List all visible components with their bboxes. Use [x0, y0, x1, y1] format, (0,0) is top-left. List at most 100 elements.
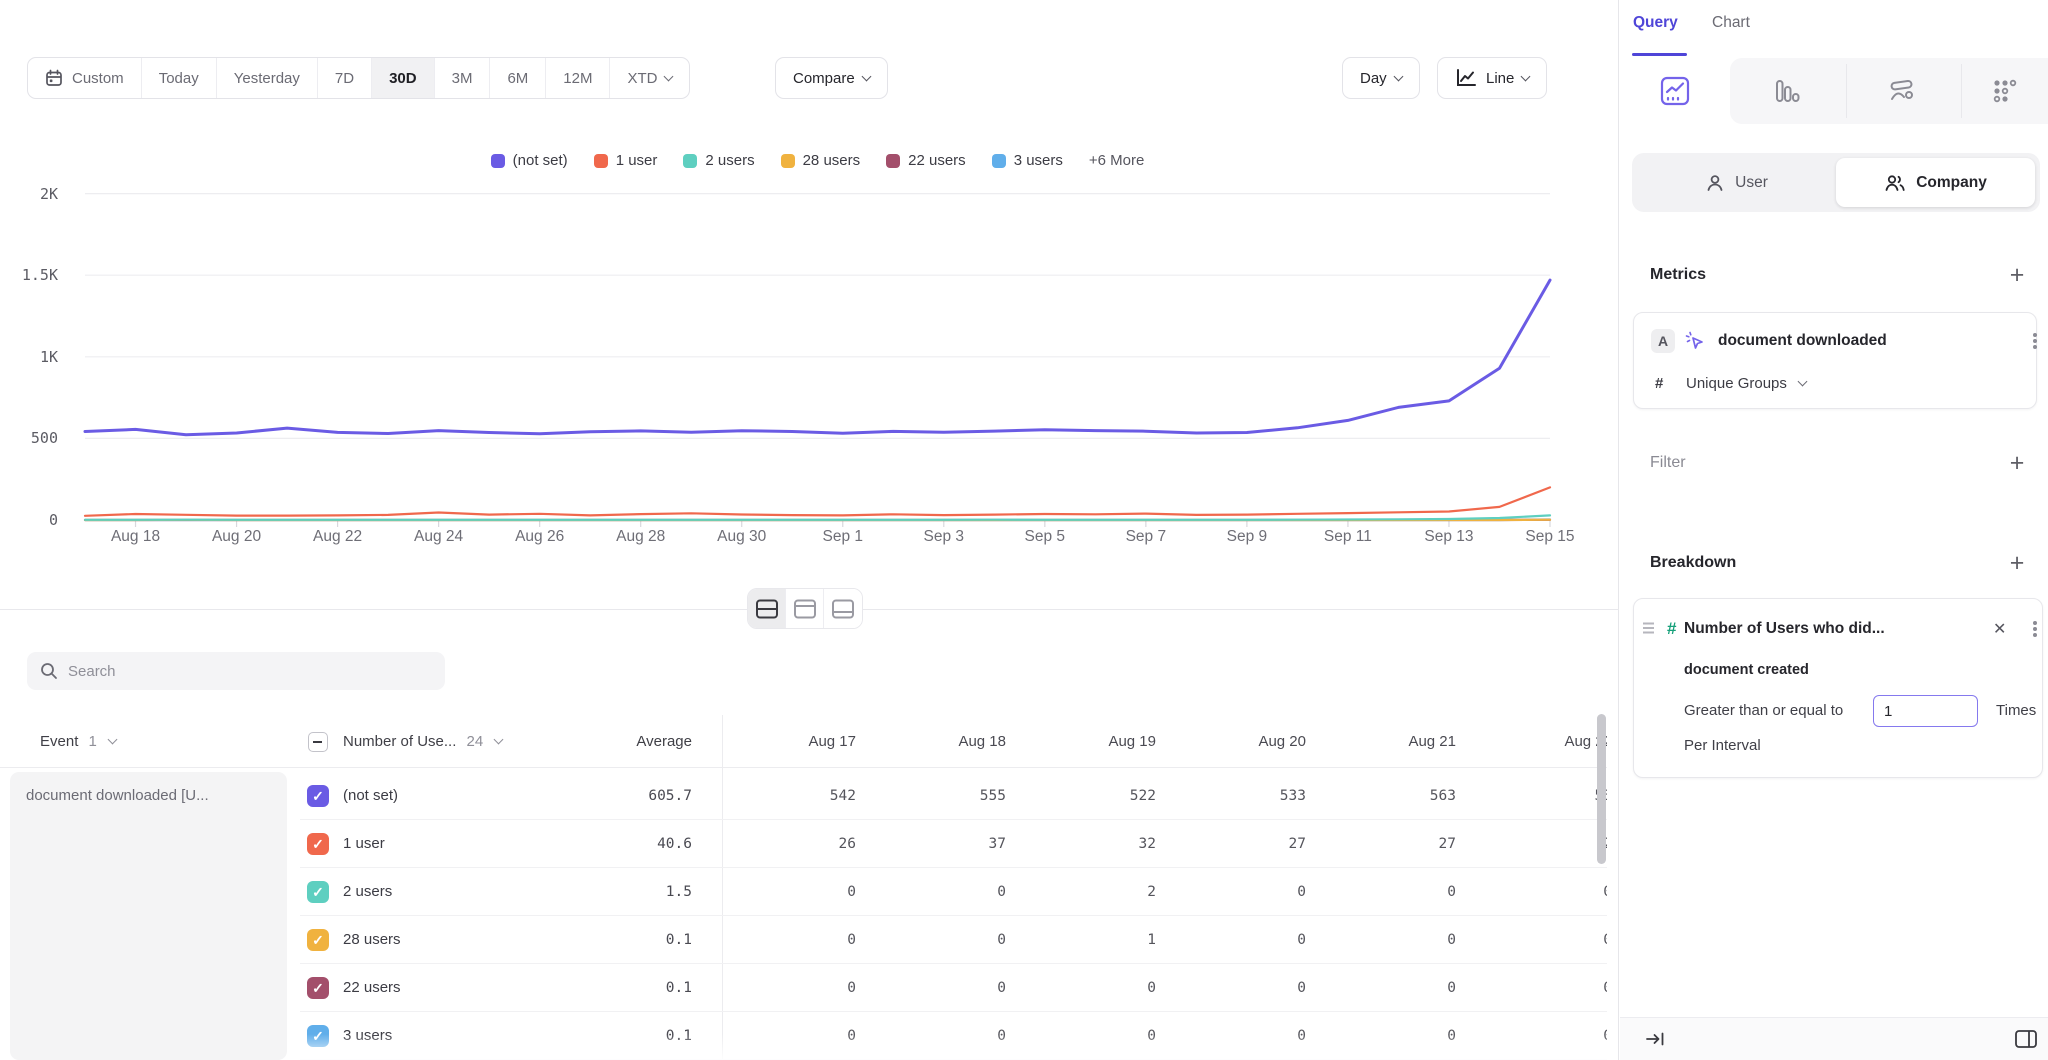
metric-kebab-menu-icon[interactable]: [2033, 339, 2037, 343]
event-click-icon: [1684, 330, 1706, 352]
date-range-yesterday[interactable]: Yesterday: [217, 58, 318, 98]
breakdown-card[interactable]: # Number of Users who did... ✕ document …: [1633, 598, 2043, 778]
chart-type-line-tile[interactable]: [1620, 58, 1730, 124]
legend-more-button[interactable]: +6 More: [1089, 152, 1144, 169]
date-range-custom[interactable]: Custom: [28, 58, 142, 98]
row-label: 3 users: [343, 1012, 392, 1060]
date-range-7d[interactable]: 7D: [318, 58, 372, 98]
date-range-label: Today: [159, 70, 199, 87]
row-checkbox[interactable]: ✓: [307, 977, 329, 999]
legend-color-chip: [886, 154, 900, 168]
date-range-6m[interactable]: 6M: [490, 58, 546, 98]
average-column-header: Average: [552, 715, 692, 768]
layout-split-button[interactable]: [748, 589, 786, 628]
chart-type-matrix-tile[interactable]: [1962, 58, 2048, 124]
chart-legend: (not set) 1 user 2 users 28 users 22 users 3 …: [85, 152, 1550, 169]
x-axis-tick-label: Aug 30: [702, 528, 782, 546]
legend-label: 1 user: [616, 152, 658, 169]
select-all-checkbox[interactable]: [308, 732, 328, 752]
dot-matrix-icon: [1991, 77, 2019, 105]
chart-type-bar-tile[interactable]: [1732, 58, 1842, 124]
breakdown-per-interval-label[interactable]: Per Interval: [1684, 737, 1761, 754]
interval-button[interactable]: Day: [1342, 57, 1420, 99]
date-range-label: Custom: [72, 70, 124, 87]
day-value-cell: 27: [1166, 820, 1306, 868]
breakdown-condition-label[interactable]: Greater than or equal to: [1684, 702, 1843, 719]
date-range-label: Yesterday: [234, 70, 300, 87]
day-value-cell: 2: [1472, 820, 1607, 868]
chevron-down-icon: [861, 72, 871, 82]
interval-label: Day: [1360, 70, 1387, 87]
date-range-label: 12M: [563, 70, 592, 87]
x-axis-tick-label: Sep 9: [1207, 528, 1287, 546]
date-range-today[interactable]: Today: [142, 58, 217, 98]
day-column-header: Aug 20: [1166, 715, 1306, 768]
scope-company-label: Company: [1916, 174, 1987, 192]
layout-chart-only-button[interactable]: [786, 589, 824, 628]
date-range-30d[interactable]: 30D: [372, 58, 435, 98]
legend-label: 2 users: [705, 152, 754, 169]
panel-footer: [1620, 1017, 2048, 1060]
x-axis-tick-label: Aug 18: [96, 528, 176, 546]
breakdown-kebab-menu-icon[interactable]: [2033, 627, 2037, 631]
breakdown-threshold-input[interactable]: [1873, 695, 1978, 727]
day-value-cell: 0: [716, 964, 856, 1012]
legend-item[interactable]: (not set): [491, 152, 568, 169]
add-breakdown-button[interactable]: +: [2004, 550, 2030, 576]
row-checkbox[interactable]: ✓: [307, 929, 329, 951]
x-axis-tick-label: Sep 13: [1409, 528, 1489, 546]
row-label: 28 users: [343, 916, 401, 964]
group-header-label: Number of Use...: [343, 733, 456, 750]
date-range-xtd[interactable]: XTD: [610, 58, 689, 98]
day-value-cell: 0: [1316, 964, 1456, 1012]
row-checkbox[interactable]: ✓: [307, 881, 329, 903]
collapse-panel-icon[interactable]: [1645, 1030, 1667, 1048]
legend-color-chip: [683, 154, 697, 168]
legend-item[interactable]: 22 users: [886, 152, 966, 169]
day-value-cell: 53: [1472, 772, 1607, 820]
add-filter-button[interactable]: +: [2004, 450, 2030, 476]
compare-button[interactable]: Compare: [775, 57, 888, 99]
add-metric-button[interactable]: +: [2004, 262, 2030, 288]
group-column-header[interactable]: Number of Use... 24: [343, 715, 502, 768]
chart-type-label: Line: [1486, 70, 1514, 87]
row-checkbox[interactable]: ✓: [307, 1025, 329, 1047]
layout-table-only-button[interactable]: [824, 589, 862, 628]
day-column-header: Aug 19: [1016, 715, 1156, 768]
row-checkbox[interactable]: ✓: [307, 833, 329, 855]
metric-event-name[interactable]: document downloaded: [1718, 332, 1887, 350]
chart-type-flow-tile[interactable]: [1847, 58, 1957, 124]
measure-hash-icon: #: [1655, 375, 1663, 392]
event-name-cell[interactable]: document downloaded [U...: [10, 772, 287, 1060]
day-column-header: Aug 18: [866, 715, 1006, 768]
day-value-cell: 0: [716, 1012, 856, 1060]
legend-item[interactable]: 3 users: [992, 152, 1063, 169]
tab-chart[interactable]: Chart: [1712, 14, 1750, 32]
date-range-3m[interactable]: 3M: [435, 58, 491, 98]
drag-handle-icon[interactable]: [1643, 627, 1654, 629]
x-axis-tick-label: Aug 22: [298, 528, 378, 546]
day-value-cell: 37: [866, 820, 1006, 868]
metric-card[interactable]: A document downloaded # Unique Groups: [1633, 312, 2037, 409]
table-scrollbar[interactable]: [1597, 714, 1606, 864]
breakdown-event-name[interactable]: document created: [1684, 662, 1809, 678]
event-column-header[interactable]: Event 1: [40, 715, 116, 768]
breakdown-heading: Breakdown: [1650, 554, 1736, 572]
legend-label: (not set): [513, 152, 568, 169]
chart-type-button[interactable]: Line: [1437, 57, 1547, 99]
close-icon[interactable]: ✕: [1993, 619, 2006, 639]
split-view-icon[interactable]: [2014, 1029, 2038, 1049]
scope-option-company[interactable]: Company: [1836, 158, 2035, 207]
day-value-cell: 0: [1166, 868, 1306, 916]
split-rows-icon: [755, 599, 779, 619]
legend-item[interactable]: 2 users: [683, 152, 754, 169]
legend-item[interactable]: 1 user: [594, 152, 658, 169]
date-range-12m[interactable]: 12M: [546, 58, 610, 98]
row-checkbox[interactable]: ✓: [307, 785, 329, 807]
tab-query[interactable]: Query: [1633, 14, 1678, 32]
chart-type-selector: [1620, 58, 2048, 124]
scope-option-user[interactable]: User: [1637, 158, 1836, 207]
measure-selector[interactable]: Unique Groups: [1686, 375, 1806, 392]
search-input[interactable]: [68, 663, 408, 680]
legend-item[interactable]: 28 users: [781, 152, 861, 169]
